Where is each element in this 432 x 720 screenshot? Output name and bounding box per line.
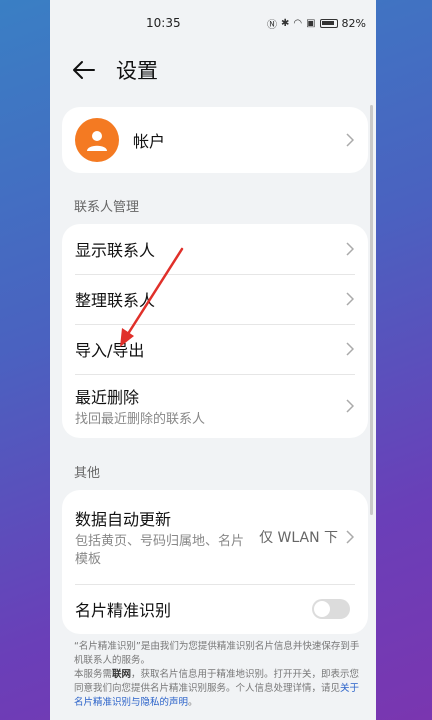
account-row[interactable]: 帐户: [62, 107, 368, 173]
avatar: [75, 118, 119, 162]
footnote-end: 。: [188, 697, 198, 708]
list-item-auto-update[interactable]: 数据自动更新 包括黄页、号码归属地、名片模板 仅 WLAN 下: [62, 490, 368, 584]
wifi-icon: ◠: [293, 17, 303, 29]
footnote-line1: “名片精准识别”是由我们为您提供精准识别名片信息并快速保存到手机联系人的服务。: [74, 641, 360, 666]
account-card[interactable]: 帐户: [62, 107, 368, 173]
scrollbar[interactable]: [370, 105, 373, 515]
item-text: 最近删除 找回最近删除的联系人: [75, 384, 205, 429]
list-item-card-recognition: 名片精准识别: [62, 584, 368, 634]
item-subtitle: 找回最近删除的联系人: [75, 411, 206, 427]
mute-icon: ▣: [306, 17, 316, 29]
other-card: 数据自动更新 包括黄页、号码归属地、名片模板 仅 WLAN 下 名片精准识别: [62, 490, 368, 634]
user-icon: [87, 131, 107, 151]
status-time: 10:35: [146, 16, 181, 30]
list-item-import-export[interactable]: 导入/导出: [62, 324, 368, 374]
chevron-right-icon: [346, 530, 354, 544]
phone-screen: 10:35 Ⓝ ✱ ◠ ▣ 82% 设置 帐户 联系人管理 显示联系人 整理联系…: [50, 0, 376, 720]
footnote: “名片精准识别”是由我们为您提供精准识别名片信息并快速保存到手机联系人的服务。 …: [74, 640, 364, 710]
footnote-line2: 本服务需联网，获取名片信息用于精准地识别。打开开关，即表示您同意我们向您提供名片…: [74, 668, 364, 710]
chevron-right-icon: [346, 399, 354, 413]
back-button[interactable]: [72, 57, 98, 83]
item-label: 导入/导出: [75, 341, 145, 360]
page-title: 设置: [116, 59, 158, 83]
nfc-icon: Ⓝ: [266, 19, 277, 31]
chevron-right-icon: [346, 292, 354, 306]
card-recognition-toggle[interactable]: [312, 599, 350, 619]
account-label: 帐户: [133, 132, 166, 151]
back-arrow-icon: [73, 61, 95, 79]
item-text: 数据自动更新 包括黄页、号码归属地、名片模板: [75, 506, 245, 569]
item-label: 最近删除: [75, 387, 140, 407]
bluetooth-icon: ✱: [280, 17, 290, 29]
status-bar: 10:35 Ⓝ ✱ ◠ ▣ 82%: [50, 0, 376, 46]
section-title-contacts: 联系人管理: [74, 200, 140, 215]
contacts-card: 显示联系人 整理联系人 导入/导出 最近删除 找回最近删除的联系人: [62, 224, 368, 438]
footnote-bold: 联网: [112, 669, 132, 680]
list-item-show-contacts[interactable]: 显示联系人: [62, 224, 368, 274]
item-label: 数据自动更新: [75, 509, 172, 529]
title-bar: 设置: [50, 46, 376, 94]
footnote-text-a: 本服务需: [74, 669, 113, 680]
battery-icon: [319, 18, 338, 28]
list-item-organize-contacts[interactable]: 整理联系人: [62, 274, 368, 324]
chevron-right-icon: [346, 242, 354, 256]
auto-update-value: 仅 WLAN 下: [259, 530, 338, 546]
chevron-right-icon: [346, 133, 354, 147]
status-icons: Ⓝ ✱ ◠ ▣ 82%: [267, 16, 366, 31]
battery-percent: 82%: [341, 16, 366, 30]
section-title-other: 其他: [74, 466, 101, 481]
item-label: 整理联系人: [75, 291, 156, 310]
item-subtitle: 包括黄页、号码归属地、名片模板: [75, 533, 245, 567]
item-label: 显示联系人: [75, 241, 156, 260]
chevron-right-icon: [346, 342, 354, 356]
list-item-recently-deleted[interactable]: 最近删除 找回最近删除的联系人: [62, 374, 368, 438]
item-label: 名片精准识别: [75, 601, 172, 620]
